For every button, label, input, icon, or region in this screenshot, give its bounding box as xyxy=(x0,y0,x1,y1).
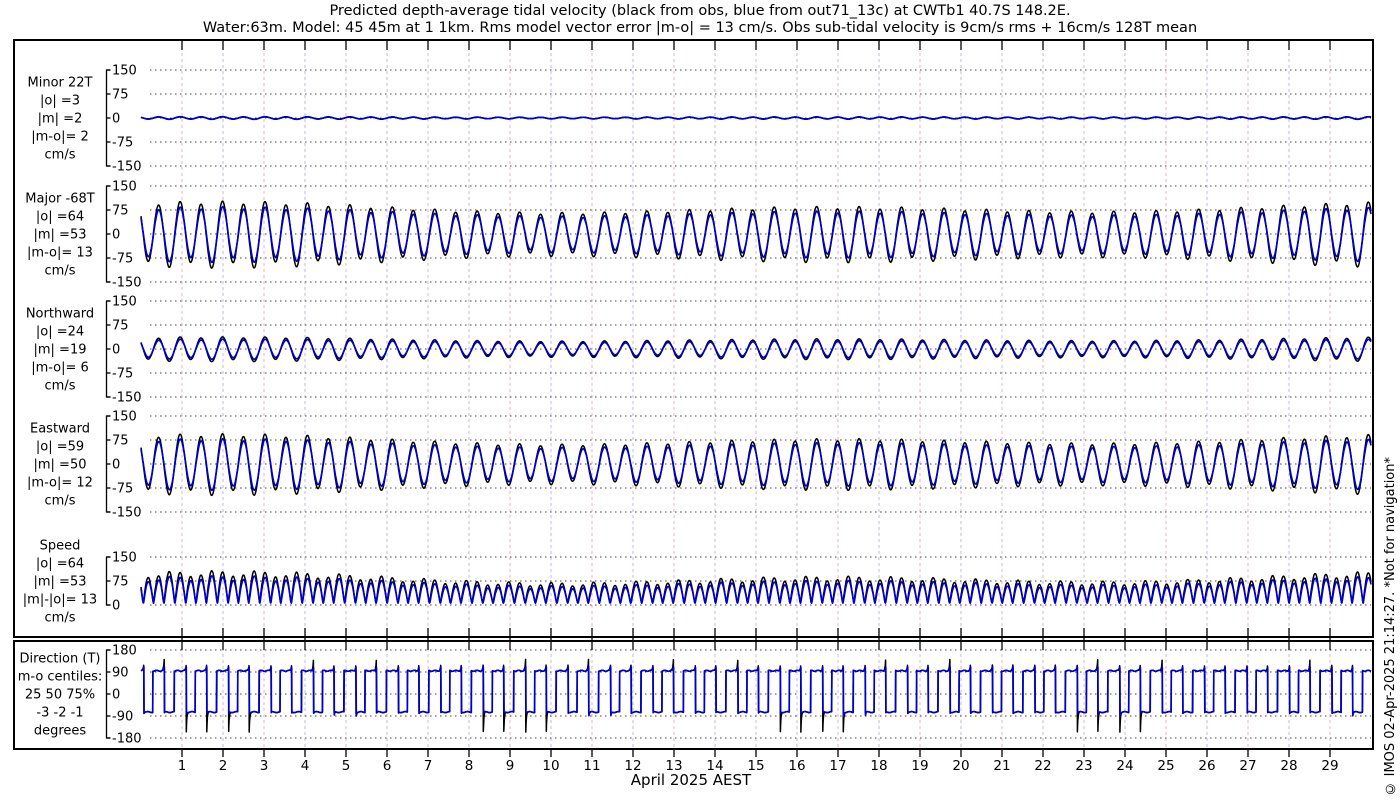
y-tick-label: -150 xyxy=(112,506,142,521)
panel-direction-label-line: -3 -2 -1 xyxy=(36,705,83,720)
panel-northward-label-line: Northward xyxy=(26,307,94,322)
panel-eastward-label-line: |m| =50 xyxy=(34,458,87,473)
panel-direction-label-line: degrees xyxy=(34,723,87,738)
y-tick-label: 0 xyxy=(112,228,120,243)
panel-major-label-line: |m| =53 xyxy=(34,228,87,243)
panel-direction-label-line: Direction (T) xyxy=(20,651,101,666)
y-tick-label: -150 xyxy=(112,391,142,406)
y-tick-label: 150 xyxy=(112,180,137,195)
direction-panel-box xyxy=(13,640,1374,750)
panel-direction-label-line: 25 50 75% xyxy=(25,687,95,702)
panel-northward-label-line: cm/s xyxy=(45,379,76,394)
y-tick-label: 0 xyxy=(112,112,120,127)
y-tick-label: 75 xyxy=(112,575,129,590)
y-tick-label: 0 xyxy=(112,599,120,614)
panel-eastward-label-line: |o| =59 xyxy=(36,440,84,455)
y-tick-label: -75 xyxy=(112,367,133,382)
panel-minor-label-line: |o| =3 xyxy=(40,94,80,109)
panel-speed-label-line: |o| =64 xyxy=(36,557,84,572)
y-tick-label: 0 xyxy=(112,458,120,473)
y-tick-label: 180 xyxy=(112,644,137,659)
y-tick-label: 150 xyxy=(112,295,137,310)
panel-northward-label-line: |m| =19 xyxy=(34,343,87,358)
x-tick-label: 29 xyxy=(1321,758,1338,774)
panel-major-label-line: cm/s xyxy=(45,264,76,279)
panel-direction-label-line: m-o centiles: xyxy=(18,669,103,684)
y-tick-label: 0 xyxy=(112,343,120,358)
y-tick-label: 90 xyxy=(112,666,129,681)
panel-eastward-label-line: cm/s xyxy=(45,494,76,509)
y-tick-label: -150 xyxy=(112,160,142,175)
y-tick-label: -90 xyxy=(112,709,133,724)
y-tick-label: 0 xyxy=(112,688,120,703)
y-tick-label: 150 xyxy=(112,551,137,566)
panel-speed-label-line: Speed xyxy=(40,539,81,554)
panel-major-label-line: Major -68T xyxy=(25,192,94,207)
y-tick-label: -150 xyxy=(112,276,142,291)
tidal-velocity-figure: Predicted depth-average tidal velocity (… xyxy=(0,0,1400,800)
y-tick-label: -75 xyxy=(112,482,133,497)
panel-minor-label-line: cm/s xyxy=(45,148,76,163)
panel-eastward-label-line: |m-o|= 12 xyxy=(27,476,93,491)
y-tick-label: -75 xyxy=(112,252,133,267)
panel-speed-label-line: cm/s xyxy=(45,611,76,626)
panel-major-label-line: |o| =64 xyxy=(36,210,84,225)
y-tick-label: -75 xyxy=(112,136,133,151)
y-tick-label: 75 xyxy=(112,88,129,103)
panel-northward-label-line: |o| =24 xyxy=(36,325,84,340)
panel-minor-label-line: |m| =2 xyxy=(38,112,83,127)
plot-svg: 1 2 3 4 5 6 7 8 9 10 11 12 13 14 15 16 17 18 19 20 21 22 23 24 2… xyxy=(13,39,1374,774)
panel-eastward-label-line: Eastward xyxy=(30,422,90,437)
y-tick-label: 75 xyxy=(112,204,129,219)
x-axis-title: April 2025 AEST xyxy=(630,771,752,789)
y-tick-label: 75 xyxy=(112,434,129,449)
velocity-panels-box xyxy=(13,39,1374,638)
panel-northward-label-line: |m-o|= 6 xyxy=(31,361,89,376)
x-tick-label: 27 xyxy=(1239,758,1256,774)
panel-minor-label-line: |m-o|= 2 xyxy=(31,130,89,145)
panel-speed-label-line: |m| =53 xyxy=(34,575,87,590)
x-tick-label: 28 xyxy=(1280,758,1297,774)
y-tick-label: 75 xyxy=(112,319,129,334)
imos-watermark: © IMOS 02-Apr-2025 21:14:27. *Not for na… xyxy=(1383,457,1398,796)
y-tick-label: 150 xyxy=(112,410,137,425)
y-tick-label: -180 xyxy=(112,731,142,746)
panel-minor-label-line: Minor 22T xyxy=(28,76,93,91)
panel-speed-label-line: |m|-|o|= 13 xyxy=(23,593,97,608)
panel-major-label-line: |m-o|= 13 xyxy=(27,246,93,261)
y-tick-label: 150 xyxy=(112,64,137,79)
panel-minor-model-line xyxy=(140,116,1372,121)
